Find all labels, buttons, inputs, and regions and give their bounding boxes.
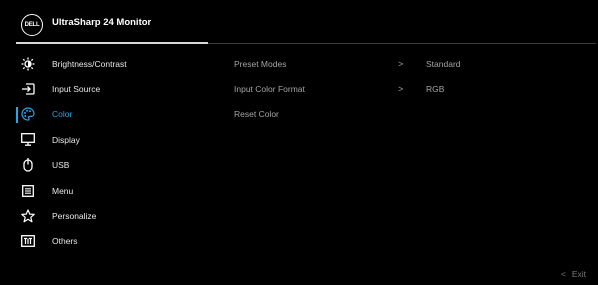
menu-item-label: Personalize <box>52 211 97 222</box>
chevron-left-icon: < <box>560 269 566 279</box>
menu-item-label: Others <box>52 236 78 247</box>
menu-item-label: Color <box>52 109 73 120</box>
color-submenu: Preset Modes > Standard Input Color Form… <box>234 51 594 127</box>
others-icon <box>20 233 36 249</box>
logo-text: DELL <box>24 22 40 28</box>
dell-logo: DELL <box>21 14 43 36</box>
input-source-icon <box>20 81 36 97</box>
submenu-row-label: Preset Modes <box>234 58 287 69</box>
exit-label: Exit <box>571 269 586 279</box>
submenu-row-reset-color[interactable]: Reset Color <box>234 102 594 127</box>
chevron-right-icon: > <box>398 84 404 95</box>
usb-icon <box>20 157 36 173</box>
menu-item-label: Input Source <box>52 84 101 95</box>
submenu-row-label: Reset Color <box>234 109 279 120</box>
monitor-title: UltraSharp 24 Monitor <box>52 17 152 28</box>
submenu-row-value: Standard <box>426 58 461 69</box>
submenu-row-input-color-format[interactable]: Input Color Format > RGB <box>234 76 594 101</box>
submenu-row-preset-modes[interactable]: Preset Modes > Standard <box>234 51 594 76</box>
brightness-icon <box>20 56 36 72</box>
menu-item-label: Menu <box>52 185 74 196</box>
submenu-row-label: Input Color Format <box>234 84 305 95</box>
menu-item-label: Display <box>52 134 80 145</box>
menu-item-color[interactable]: Color <box>0 102 210 127</box>
menu-item-usb[interactable]: USB <box>0 153 210 178</box>
menu-item-others[interactable]: Others <box>0 229 210 254</box>
star-icon <box>20 208 36 224</box>
menu-icon <box>20 183 36 199</box>
menu-item-brightness-contrast[interactable]: Brightness/Contrast <box>0 51 210 76</box>
menu-item-personalize[interactable]: Personalize <box>0 203 210 228</box>
menu-underline <box>16 42 208 44</box>
submenu-row-value: RGB <box>426 84 445 95</box>
menu-item-label: Brightness/Contrast <box>52 58 127 69</box>
display-icon <box>20 132 36 148</box>
color-palette-icon <box>20 106 36 122</box>
menu-item-menu[interactable]: Menu <box>0 178 210 203</box>
main-menu: Brightness/Contrast Input Source Color D… <box>0 51 210 254</box>
exit-button[interactable]: < Exit <box>561 269 586 279</box>
menu-item-label: USB <box>52 160 70 171</box>
menu-item-input-source[interactable]: Input Source <box>0 76 210 101</box>
menu-item-display[interactable]: Display <box>0 127 210 152</box>
chevron-right-icon: > <box>398 58 404 69</box>
header-divider <box>208 42 596 44</box>
